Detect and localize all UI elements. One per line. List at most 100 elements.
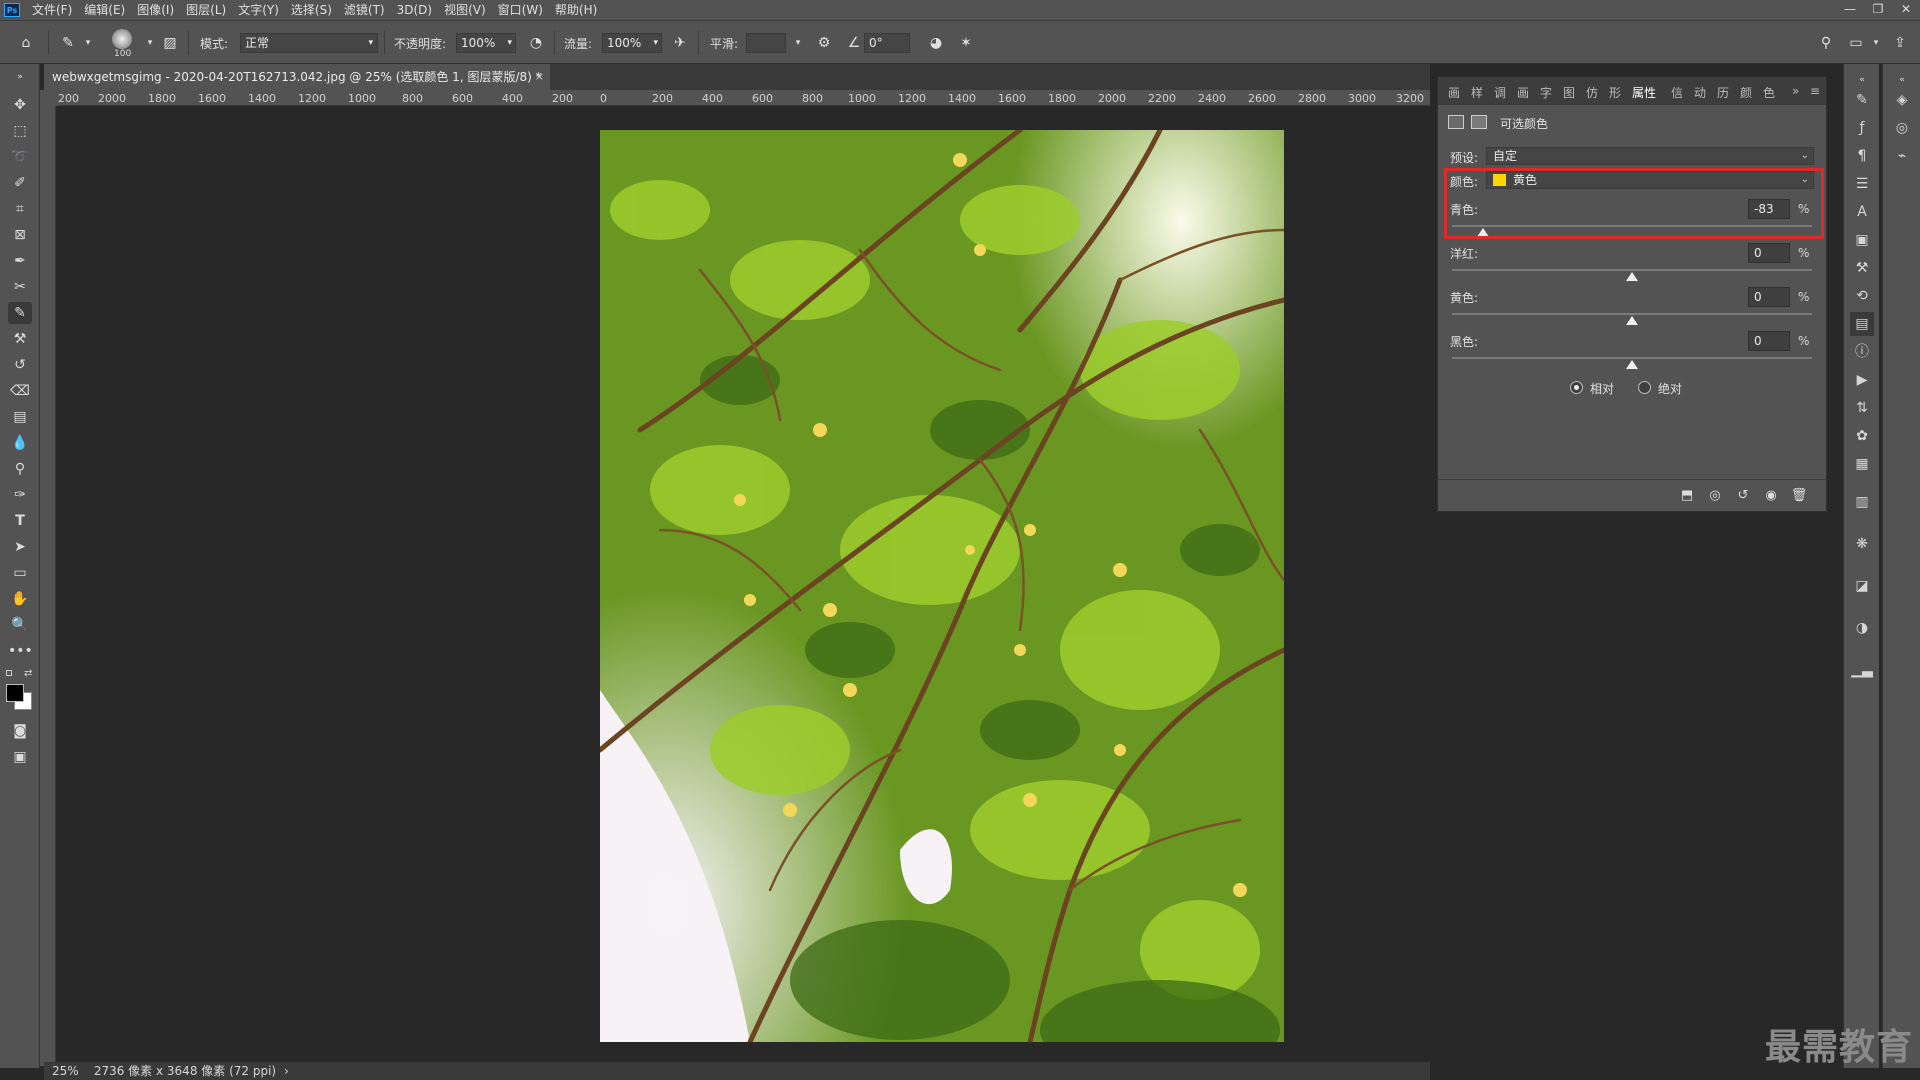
- minimize-button[interactable]: —: [1836, 0, 1864, 20]
- tab-styles[interactable]: 样: [1471, 84, 1483, 101]
- relative-radio[interactable]: [1570, 381, 1583, 394]
- eyedropper-tool-icon[interactable]: ✒: [8, 250, 32, 272]
- stamp-tool-icon[interactable]: ⚒: [8, 328, 32, 350]
- swap-colors-icon[interactable]: ⇄: [24, 668, 32, 679]
- clip-to-layer-icon[interactable]: ⬒: [1678, 488, 1696, 504]
- menu-window[interactable]: 窗口(W): [492, 0, 549, 20]
- zoom-tool-icon[interactable]: 🔍: [8, 614, 32, 636]
- tab-adjustments[interactable]: 调: [1494, 84, 1506, 101]
- quick-select-tool-icon[interactable]: ✐: [8, 172, 32, 194]
- tab-actions[interactable]: 动: [1694, 84, 1706, 101]
- timeline-icon[interactable]: ⇅: [1850, 396, 1874, 420]
- tab-artboard[interactable]: 画: [1517, 84, 1529, 101]
- share-icon[interactable]: ⇪: [1890, 33, 1910, 53]
- smoothing-input[interactable]: [746, 33, 786, 53]
- close-window-button[interactable]: ✕: [1892, 0, 1920, 20]
- brush-settings-icon[interactable]: ✎: [1850, 88, 1874, 112]
- menu-view[interactable]: 视图(V): [438, 0, 492, 20]
- magenta-value-input[interactable]: 0: [1748, 243, 1790, 263]
- menu-type[interactable]: 文字(Y): [232, 0, 285, 20]
- brush-picker-chevron-icon[interactable]: ▾: [140, 33, 160, 53]
- opacity-input[interactable]: 100% ▾: [456, 33, 516, 53]
- airbrush-icon[interactable]: ✈: [670, 33, 690, 53]
- yellow-slider-thumb[interactable]: [1626, 316, 1638, 325]
- menu-file[interactable]: 文件(F): [26, 0, 78, 20]
- magenta-slider-track[interactable]: [1452, 269, 1812, 271]
- play-icon[interactable]: ▶: [1850, 368, 1874, 392]
- pressure-size-icon[interactable]: ◕: [926, 33, 946, 53]
- absolute-radio[interactable]: [1638, 381, 1651, 394]
- symmetry-icon[interactable]: ✶: [956, 33, 976, 53]
- adjust-icon[interactable]: ◑: [1850, 616, 1874, 640]
- hand-tool-icon[interactable]: ✋: [8, 588, 32, 610]
- foreground-color-swatch[interactable]: [6, 684, 24, 702]
- flow-input[interactable]: 100% ▾: [602, 33, 662, 53]
- document-image[interactable]: [600, 130, 1284, 1042]
- chevron-right-icon[interactable]: ›: [280, 1064, 289, 1078]
- move-tool-icon[interactable]: ✥: [8, 94, 32, 116]
- paths-icon[interactable]: ⌁: [1890, 144, 1914, 168]
- tab-swatches[interactable]: 色: [1763, 84, 1775, 101]
- restore-button[interactable]: ❐: [1864, 0, 1892, 20]
- chevron-down-icon[interactable]: ▾: [1866, 33, 1886, 53]
- lasso-tool-icon[interactable]: ➰: [8, 146, 32, 168]
- chevron-down-icon[interactable]: ▾: [78, 33, 98, 53]
- gradient-tool-icon[interactable]: ▤: [8, 406, 32, 428]
- view-previous-state-icon[interactable]: ◎: [1706, 488, 1724, 504]
- visibility-eye-icon[interactable]: ◉: [1762, 488, 1780, 504]
- layer-mask-icon[interactable]: [1471, 115, 1487, 129]
- history-icon[interactable]: ⟲: [1850, 284, 1874, 308]
- angle-input[interactable]: 0°: [864, 33, 910, 53]
- brush-preview-icon[interactable]: [112, 29, 132, 49]
- default-colors-icon[interactable]: [6, 670, 12, 676]
- panel-menu-icon[interactable]: ≡: [1810, 84, 1820, 98]
- trash-icon[interactable]: 🗑: [1790, 488, 1808, 504]
- type-tool-icon[interactable]: T: [8, 510, 32, 532]
- marquee-tool-icon[interactable]: ⬚: [8, 120, 32, 142]
- notes-icon[interactable]: ▥: [1850, 490, 1874, 514]
- channels-icon[interactable]: ◎: [1890, 116, 1914, 140]
- tab-clone-source[interactable]: 仿: [1586, 84, 1598, 101]
- menu-3d[interactable]: 3D(D): [391, 0, 438, 20]
- chevron-down-icon[interactable]: ▾: [788, 33, 808, 53]
- quick-mask-icon[interactable]: ◙: [8, 720, 32, 742]
- brush-tool-icon[interactable]: ✎: [8, 302, 32, 324]
- magenta-slider-thumb[interactable]: [1626, 272, 1638, 281]
- screen-mode-icon[interactable]: ▣: [8, 746, 32, 768]
- collapse-icon[interactable]: »: [8, 72, 32, 82]
- menu-filter[interactable]: 滤镜(T): [338, 0, 391, 20]
- color-wheel-icon[interactable]: ✿: [1850, 424, 1874, 448]
- search-icon[interactable]: ⚲: [1816, 33, 1836, 53]
- navigator-icon[interactable]: ❋: [1850, 532, 1874, 556]
- histogram-icon[interactable]: ▁▃: [1850, 658, 1874, 682]
- layers-icon[interactable]: ◈: [1890, 88, 1914, 112]
- crop-tool-icon[interactable]: ⌗: [8, 198, 32, 220]
- workspace-icon[interactable]: ▭: [1846, 33, 1866, 53]
- tab-shapes[interactable]: 形: [1609, 84, 1621, 101]
- yellow-slider-track[interactable]: [1452, 313, 1812, 315]
- tab-properties[interactable]: 属性: [1632, 84, 1656, 101]
- reset-icon[interactable]: ↺: [1734, 488, 1752, 504]
- close-tab-icon[interactable]: ×: [535, 64, 544, 90]
- character-icon[interactable]: A: [1850, 200, 1874, 224]
- info-icon[interactable]: ⓘ: [1850, 340, 1874, 364]
- healing-tool-icon[interactable]: ✂: [8, 276, 32, 298]
- paragraph-icon[interactable]: ¶: [1850, 144, 1874, 168]
- pen-tool-icon[interactable]: ✑: [8, 484, 32, 506]
- menu-select[interactable]: 选择(S): [285, 0, 338, 20]
- frame-tool-icon[interactable]: ⊠: [8, 224, 32, 246]
- yellow-value-input[interactable]: 0: [1748, 287, 1790, 307]
- tab-history[interactable]: 历: [1717, 84, 1729, 101]
- document-tab[interactable]: webwxgetmsgimg - 2020-04-20T162713.042.j…: [44, 64, 550, 90]
- zoom-level[interactable]: 25%: [44, 1062, 79, 1080]
- history-brush-tool-icon[interactable]: ↺: [8, 354, 32, 376]
- path-select-tool-icon[interactable]: ➤: [8, 536, 32, 558]
- black-slider-thumb[interactable]: [1626, 360, 1638, 369]
- tab-character[interactable]: 字: [1540, 84, 1552, 101]
- black-slider-track[interactable]: [1452, 357, 1812, 359]
- menu-edit[interactable]: 编辑(E): [78, 0, 131, 20]
- menu-layer[interactable]: 图层(L): [180, 0, 232, 20]
- tab-brush[interactable]: 画: [1448, 84, 1460, 101]
- gear-icon[interactable]: ⚙: [814, 33, 834, 53]
- eraser-tool-icon[interactable]: ⌫: [8, 380, 32, 402]
